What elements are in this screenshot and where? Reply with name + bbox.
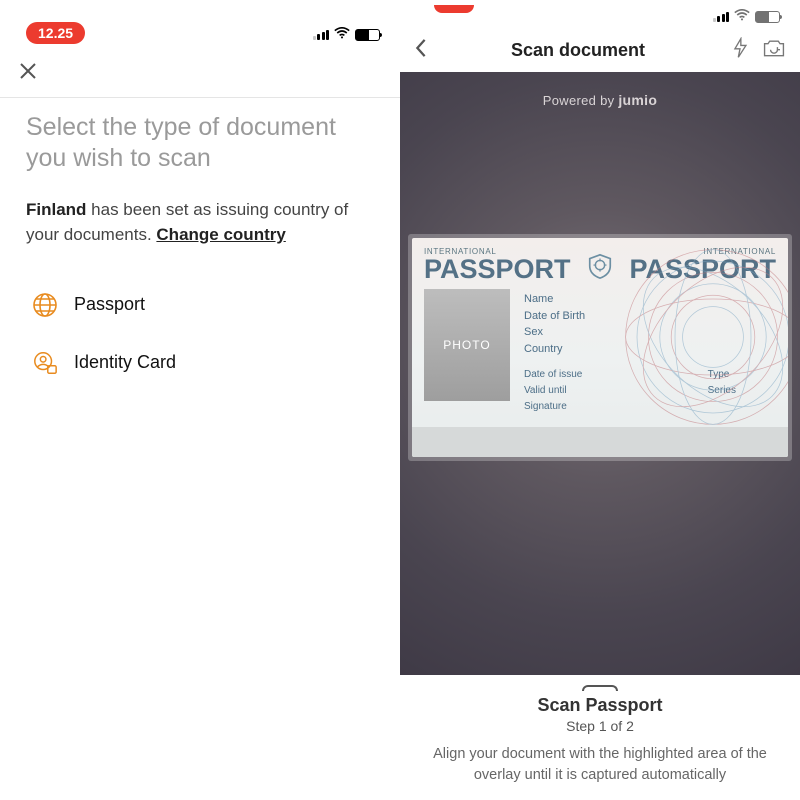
doc-option-label: Identity Card bbox=[74, 352, 176, 373]
country-notice: Finland has been set as issuing country … bbox=[26, 197, 374, 248]
change-country-link[interactable]: Change country bbox=[156, 225, 285, 244]
close-icon[interactable] bbox=[18, 61, 38, 86]
status-right-icons bbox=[713, 8, 781, 26]
scan-title: Scan document bbox=[438, 40, 718, 61]
statusbar-left: 12.25 bbox=[0, 0, 400, 50]
flash-icon[interactable] bbox=[728, 37, 752, 64]
scan-instructions: Align your document with the highlighted… bbox=[422, 744, 778, 786]
doc-option-passport[interactable]: Passport bbox=[26, 276, 374, 334]
powered-by: Powered by jumio bbox=[400, 72, 800, 114]
status-pill-peek bbox=[434, 5, 474, 13]
scan-bottom-title: Scan Passport bbox=[422, 695, 778, 716]
globe-icon bbox=[32, 292, 58, 318]
cell-signal-icon bbox=[713, 12, 730, 22]
scan-screen: Scan document Powered by jumio bbox=[400, 0, 800, 800]
battery-icon bbox=[355, 29, 380, 41]
doc-option-label: Passport bbox=[74, 294, 145, 315]
passport-placeholder: INTERNATIONAL PASSPORT INTERNATIONAL PAS… bbox=[412, 238, 788, 457]
switch-camera-icon[interactable] bbox=[762, 37, 786, 64]
cell-signal-icon bbox=[313, 30, 330, 40]
wifi-icon bbox=[734, 8, 750, 26]
scan-topbar: Scan document bbox=[400, 28, 800, 72]
passport-fields: Name Date of Birth Sex Country Date of i… bbox=[524, 289, 776, 415]
scan-step-label: Step 1 of 2 bbox=[422, 718, 778, 734]
status-time-pill: 12.25 bbox=[26, 22, 85, 44]
doc-option-idcard[interactable]: Identity Card bbox=[26, 334, 374, 392]
passport-photo-box: PHOTO bbox=[424, 289, 510, 401]
emblem-icon bbox=[586, 252, 614, 280]
back-chevron-icon[interactable] bbox=[414, 38, 428, 63]
capture-overlay: INTERNATIONAL PASSPORT INTERNATIONAL PAS… bbox=[408, 234, 792, 461]
status-right-icons bbox=[313, 26, 381, 44]
modal-topbar bbox=[0, 50, 400, 98]
battery-icon bbox=[755, 11, 780, 23]
idcard-icon bbox=[32, 350, 58, 376]
camera-viewport: Powered by jumio bbox=[400, 72, 800, 675]
scan-bottom-sheet: Scan Passport Step 1 of 2 Align your doc… bbox=[400, 675, 800, 800]
wifi-icon bbox=[334, 26, 350, 44]
sheet-handle-icon[interactable] bbox=[582, 685, 618, 691]
doc-type-screen: 12.25 Select the type of document you wi… bbox=[0, 0, 400, 800]
page-title: Select the type of document you wish to … bbox=[26, 112, 374, 175]
country-name: Finland bbox=[26, 200, 86, 219]
